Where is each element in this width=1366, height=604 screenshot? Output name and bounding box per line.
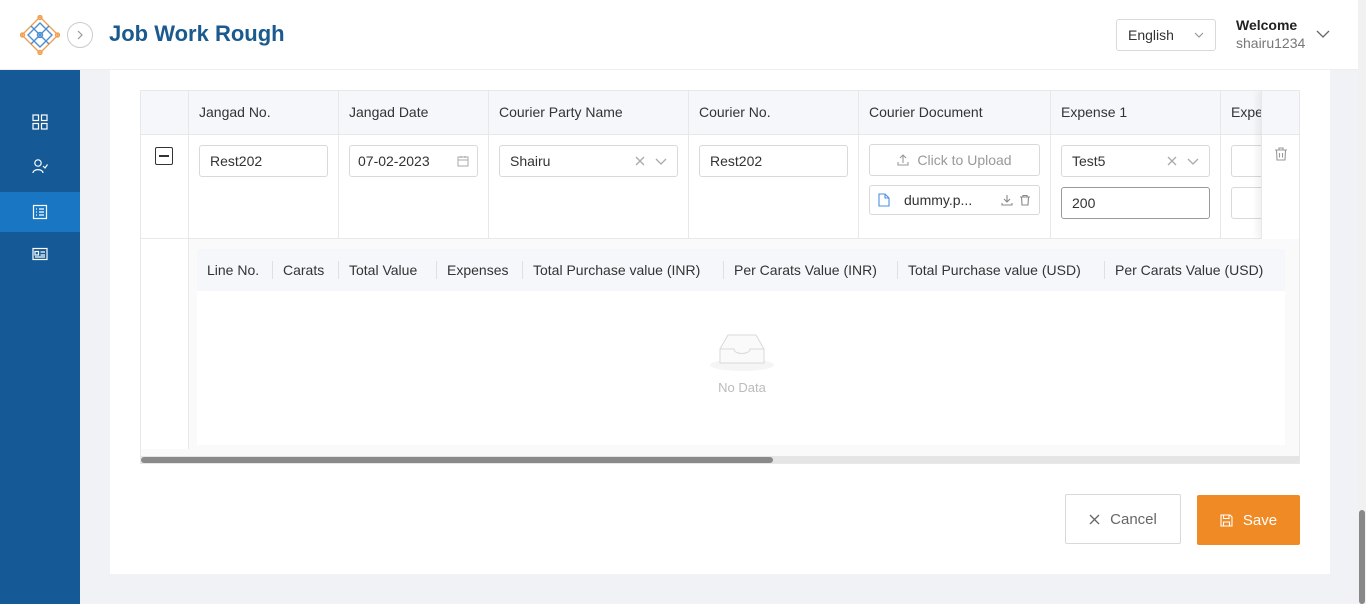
user-menu-chevron-icon[interactable] [1316,27,1330,41]
expense-1-amount-input[interactable]: 200 [1061,187,1210,219]
clear-icon[interactable] [635,156,645,166]
col-courier-party-name: Courier Party Name [489,91,689,135]
username: shairu1234 [1236,35,1306,51]
app-title: Job Work Rough [109,21,285,46]
sidebar-item-profile[interactable] [0,234,80,274]
cancel-label: Cancel [1110,510,1157,528]
horizontal-scrollbar-thumb[interactable] [141,457,773,463]
sidebar-item-dashboard[interactable] [0,102,80,142]
col-carats: Carats [283,262,325,278]
expanded-row-area: Line No. Carats Total Value Expenses Tot… [141,239,1299,463]
col-total-purchase-usd: Total Purchase value (USD) [908,262,1081,278]
col-expense-1: Expense 1 [1051,91,1221,135]
top-header: Job Work Rough English Welcome shairu123… [0,0,1358,70]
jangad-table: Jangad No. Jangad Date Courier Party Nam… [140,90,1300,464]
save-button[interactable]: Save [1197,495,1300,545]
chevron-right-icon [77,30,83,40]
id-card-icon [32,247,48,261]
sidebar-toggle-button[interactable] [67,22,93,48]
collapse-row-button[interactable] [155,147,173,165]
delete-icon[interactable] [1019,194,1031,206]
sidebar-item-users[interactable] [0,146,80,186]
col-per-carats-inr: Per Carats Value (INR) [734,262,877,278]
list-icon [32,204,48,220]
users-icon [32,159,48,174]
download-icon[interactable] [1001,194,1013,206]
col-line-no: Line No. [207,262,260,278]
col-total-value: Total Value [349,262,418,278]
row-actions-column [1261,91,1299,239]
main-card: Jangad No. Jangad Date Courier Party Nam… [110,70,1330,574]
line-items-table: Line No. Carats Total Value Expenses Tot… [197,249,1285,445]
file-icon [878,193,890,207]
upload-icon [897,154,909,166]
upload-button[interactable]: Click to Upload [869,144,1040,176]
horizontal-scrollbar[interactable] [141,456,1299,463]
jangad-date-picker[interactable]: 07-02-2023 [349,145,478,177]
welcome-label: Welcome [1236,17,1298,33]
page-scrollbar-thumb[interactable] [1359,510,1365,604]
language-value: English [1128,27,1174,43]
expand-header [141,91,189,135]
calendar-icon [457,156,469,167]
col-total-purchase-inr: Total Purchase value (INR) [533,262,701,278]
clear-icon[interactable] [1167,156,1177,166]
courier-no-input[interactable]: Rest202 [699,145,848,177]
page-scrollbar[interactable] [1358,0,1366,604]
col-jangad-date: Jangad Date [339,91,489,135]
save-icon [1220,513,1233,527]
col-per-carats-usd: Per Carats Value (USD) [1115,262,1264,278]
chevron-down-icon [1194,32,1204,38]
empty-text: No Data [718,380,766,395]
jangad-no-input[interactable]: Rest202 [199,145,328,177]
expense-1-select[interactable]: Test5 [1061,145,1210,177]
app-logo [19,14,61,56]
courier-party-select[interactable]: Shairu [499,145,678,177]
file-name[interactable]: dummy.p... [904,192,995,208]
upload-label: Click to Upload [917,152,1012,168]
table-header: Jangad No. Jangad Date Courier Party Nam… [141,91,1299,135]
sidebar-item-list[interactable] [0,192,80,232]
save-label: Save [1242,511,1278,529]
empty-inbox-icon [710,334,774,371]
col-expense-2: Expe [1231,104,1261,120]
col-courier-document: Courier Document [859,91,1051,135]
line-items-header: Line No. Carats Total Value Expenses Tot… [197,249,1285,291]
col-jangad-no: Jangad No. [189,91,339,135]
sidebar [0,70,80,604]
chevron-down-icon [1187,158,1199,165]
empty-state: No Data [697,331,787,395]
col-courier-no: Courier No. [689,91,859,135]
cancel-button[interactable]: Cancel [1065,494,1181,544]
close-icon [1089,514,1100,524]
uploaded-file: dummy.p... [869,185,1040,215]
chevron-down-icon [655,158,667,165]
delete-row-icon[interactable] [1274,147,1288,161]
table-row: Rest202 07-02-2023 Shairu Rest202 Click … [141,135,1299,239]
user-info[interactable]: Welcome shairu1234 [1236,17,1305,51]
language-select[interactable]: English [1116,19,1216,51]
col-expenses: Expenses [447,262,509,278]
dashboard-icon [32,114,48,130]
